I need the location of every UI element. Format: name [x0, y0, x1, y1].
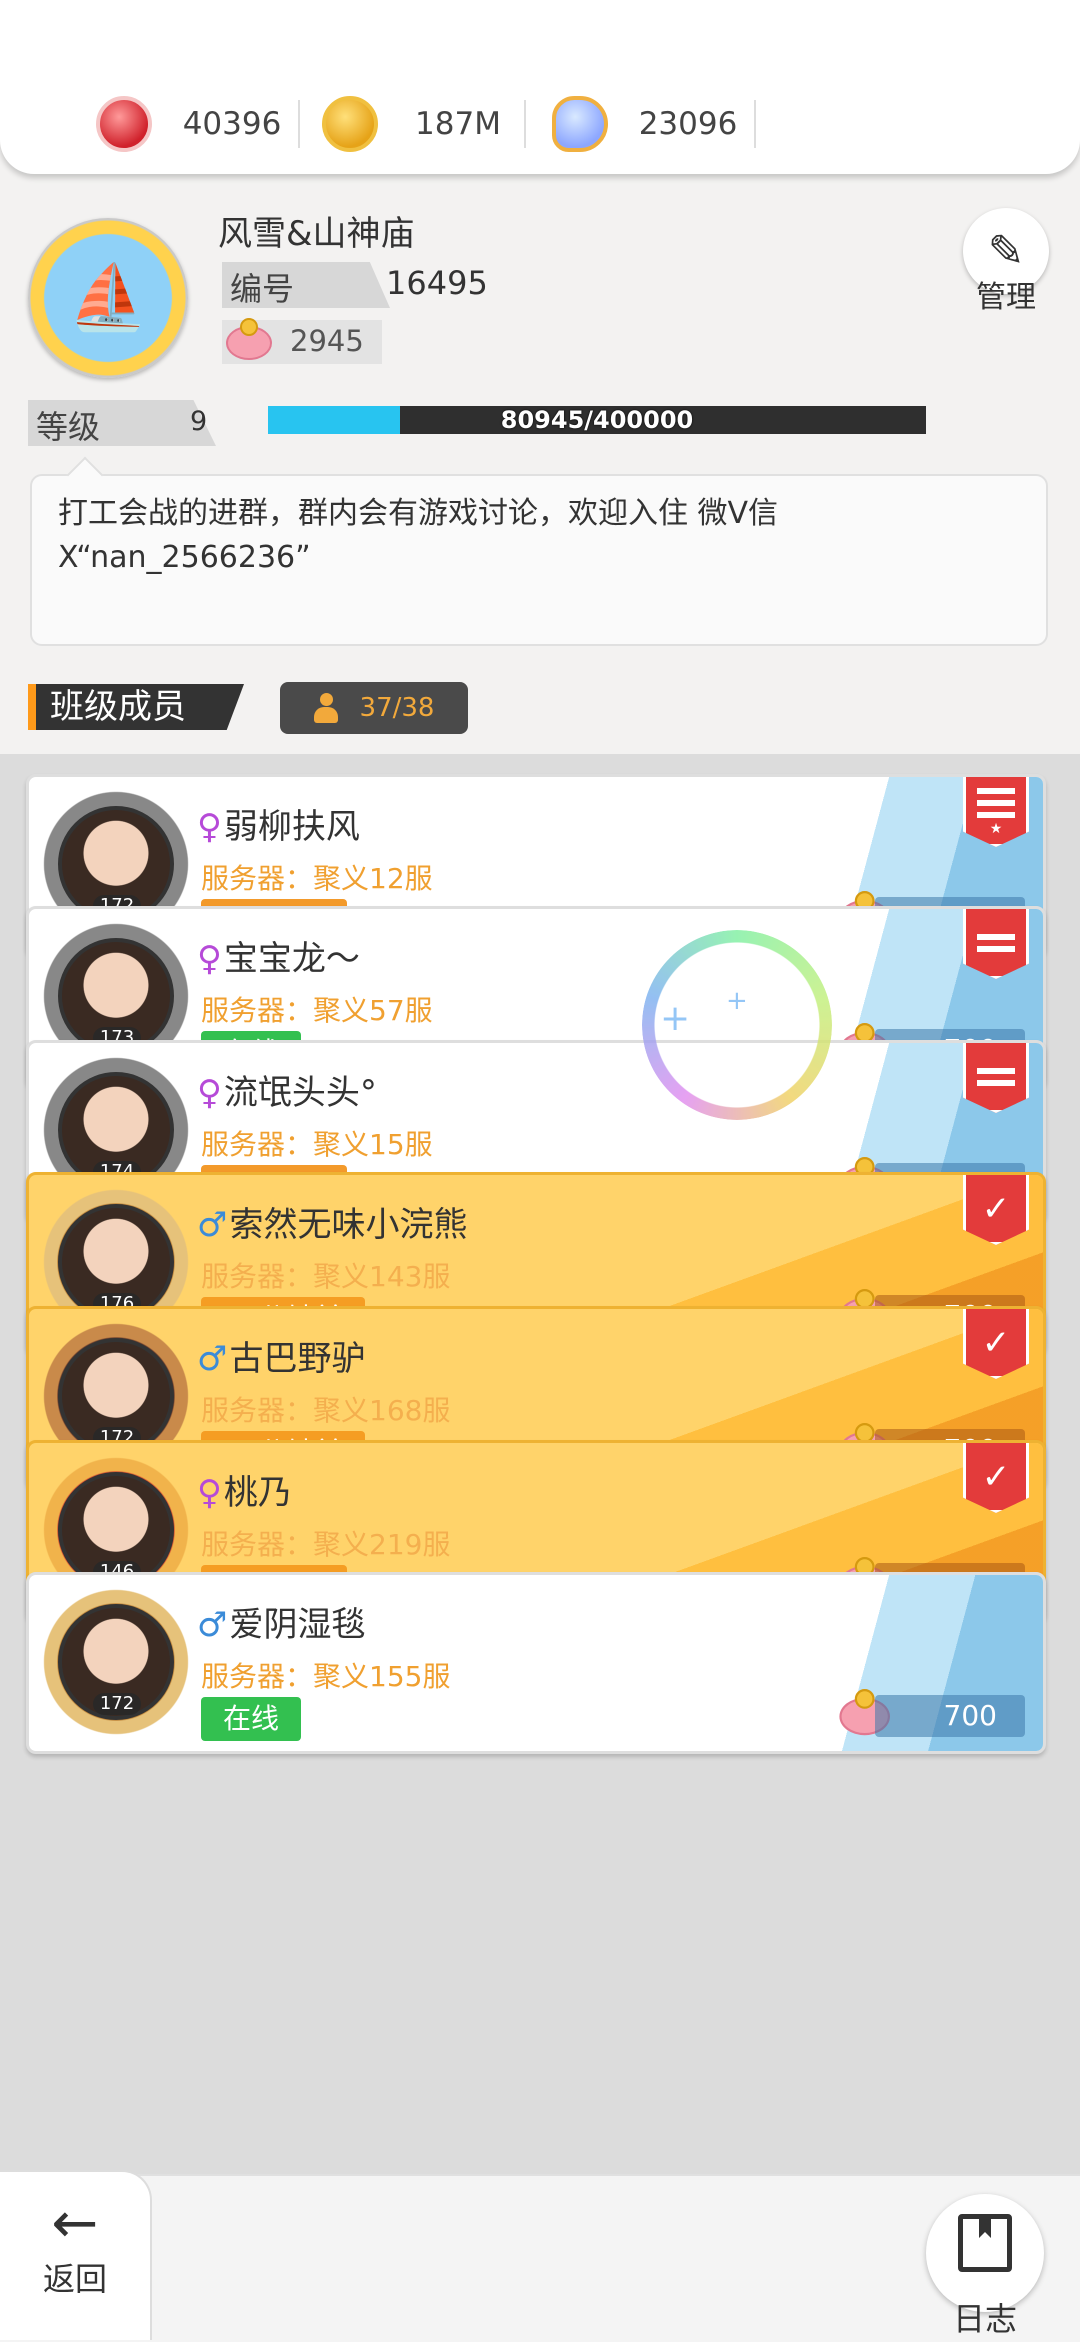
divider: [298, 100, 300, 148]
member-name: 桃乃: [223, 1473, 292, 1513]
member-server: 服务器：聚义219服: [201, 1528, 451, 1561]
member-name-row: ♂古巴野驴: [197, 1331, 365, 1380]
pacifier-value: 23096: [638, 106, 738, 142]
female-icon: ♀: [197, 807, 222, 847]
female-icon: ♀: [197, 1473, 222, 1513]
member-name-row: ♀弱柳扶风: [197, 799, 360, 848]
gold-value: 187M: [415, 106, 501, 142]
guild-avatar[interactable]: ⛵: [28, 218, 188, 378]
book-icon: [958, 2214, 1012, 2272]
guild-id-label: 编号: [222, 262, 390, 308]
member-name: 古巴野驴: [229, 1339, 366, 1379]
member-name-row: ♀流氓头头°: [197, 1065, 377, 1114]
guild-id: 16495: [386, 264, 488, 302]
back-button[interactable]: ← 返回: [0, 2170, 152, 2340]
gem-icon: [96, 96, 152, 152]
guild-fund: 2945: [290, 324, 364, 358]
sparkle-icon: +: [726, 986, 748, 1016]
member-name-row: ♀宝宝龙～: [197, 931, 360, 980]
member-count-badge: 37/38: [280, 682, 468, 734]
female-icon: ♀: [197, 1073, 222, 1113]
currency-bar: 40396 187M 23096: [0, 0, 1080, 174]
female-icon: ♀: [197, 939, 222, 979]
member-server: 服务器：聚义168服: [201, 1394, 451, 1427]
member-status: 在线: [201, 1697, 302, 1741]
gold-counter[interactable]: 187M: [322, 92, 526, 156]
member-contribution: 700: [875, 1695, 1025, 1737]
member-server: 服务器：聚义57服: [201, 994, 433, 1027]
member-name-row: ♀桃乃: [197, 1465, 292, 1514]
level-label: 等级: [28, 400, 216, 446]
member-count: 37/38: [359, 693, 435, 723]
person-icon: [313, 693, 338, 723]
pacifier-counter[interactable]: 23096: [552, 92, 756, 156]
member-server: 服务器：聚义143服: [201, 1260, 451, 1293]
piggy-bank-icon: [222, 318, 278, 362]
back-label: 返回: [42, 2260, 107, 2298]
member-name-row: ♂索然无味小浣熊: [197, 1197, 467, 1246]
log-label: 日志: [952, 2300, 1017, 2338]
member-avatar[interactable]: 172: [37, 1583, 195, 1741]
member-card[interactable]: 172 ♂爱阴湿毯服务器：聚义155服在线 700: [26, 1572, 1046, 1754]
guild-notice: 打工会战的进群，群内会有游戏讨论，欢迎入住 微V信X“nan_2566236”: [30, 474, 1048, 646]
pacifier-icon: [552, 96, 608, 152]
divider: [524, 100, 526, 148]
member-level: 172: [93, 1693, 141, 1715]
member-name: 爱阴湿毯: [229, 1605, 366, 1645]
member-name: 索然无味小浣熊: [229, 1205, 468, 1245]
member-server: 服务器：聚义15服: [201, 1128, 433, 1161]
member-name: 流氓头头°: [223, 1073, 377, 1113]
manage-label: 管理: [976, 280, 1036, 315]
gems-counter[interactable]: 40396: [96, 92, 300, 156]
male-icon: ♂: [197, 1339, 228, 1379]
male-icon: ♂: [197, 1205, 228, 1245]
guild-name: 风雪&山神庙: [218, 214, 415, 254]
experience-text: 80945/400000: [500, 406, 694, 434]
male-icon: ♂: [197, 1605, 228, 1645]
ship-icon: ⛵: [68, 261, 148, 335]
guild-level: 9: [190, 406, 208, 437]
member-server: 服务器：聚义12服: [201, 862, 433, 895]
member-server: 服务器：聚义155服: [201, 1660, 451, 1693]
gold-coin-icon: [322, 96, 378, 152]
gems-value: 40396: [182, 106, 282, 142]
manage-button[interactable]: ✎ 管理: [958, 208, 1054, 315]
bottom-bar: [0, 2174, 1080, 2342]
back-arrow-icon: ←: [51, 2191, 99, 2256]
divider: [754, 100, 756, 148]
sparkle-icon: +: [660, 998, 691, 1039]
member-name: 宝宝龙～: [223, 939, 360, 979]
experience-bar: 80945/400000: [268, 406, 926, 434]
log-button[interactable]: 日志: [926, 2194, 1044, 2338]
member-name-row: ♂爱阴湿毯: [197, 1597, 365, 1646]
member-name: 弱柳扶风: [223, 807, 360, 847]
members-title: 班级成员: [28, 684, 244, 730]
